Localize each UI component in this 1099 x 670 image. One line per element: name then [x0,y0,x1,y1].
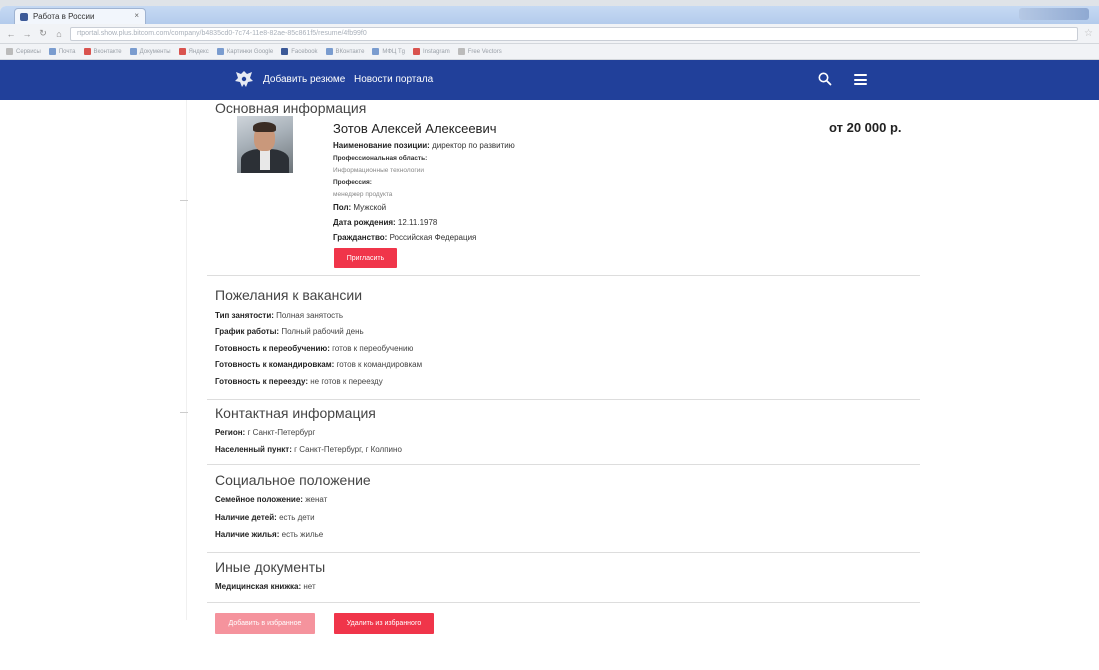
wish-row-employment: Тип занятости: Полная занятость [215,311,343,320]
bookmark-item[interactable]: МФЦ Tg [372,48,405,55]
area-value: Информационные технологии [333,167,424,174]
candidate-photo [237,116,293,173]
home-icon[interactable]: ⌂ [54,29,64,39]
bookmark-item[interactable]: Документы [129,48,171,55]
bookmark-item[interactable]: Facebook [281,48,318,55]
close-tab-icon[interactable]: × [134,11,139,20]
section-title-wishes: Пожелания к вакансии [215,287,363,303]
area-label: Профессиональная область: [333,155,428,162]
contact-row-region: Регион: г Санкт-Петербург [215,428,316,437]
section-title-documents: Иные документы [215,559,326,575]
document-row-medical: Медицинская книжка: нет [215,582,316,591]
bookmark-star-icon[interactable]: ☆ [1084,28,1093,39]
birth-row: Дата рождения: 12.11.1978 [333,218,438,227]
section-divider [207,399,920,400]
gender-row: Пол: Мужской [333,203,387,212]
nav-portal-news[interactable]: Новости портала [354,74,433,85]
social-row-children: Наличие детей: есть дети [215,513,315,522]
reload-icon[interactable]: ↻ [38,28,48,39]
bookmark-item[interactable]: Free Vectors [457,48,502,55]
section-title-social: Социальное положение [215,472,371,488]
hamburger-menu-icon[interactable] [854,74,867,85]
contact-row-locality: Населенный пункт: г Санкт-Петербург, г К… [215,445,402,454]
decorative-tick [180,412,188,413]
section-title-main: Основная информация [215,100,367,116]
bookmark-item[interactable]: Картинки Google [216,48,273,55]
browser-toolbar: ← → ↻ ⌂ rtportal.show.plus.bitcom.com/co… [0,24,1099,44]
bookmark-item[interactable]: ВКонтакте [325,48,364,55]
site-header: Добавить резюме Новости портала [0,60,1099,100]
salary-value: от 20 000 р. [829,120,902,135]
citizenship-row: Гражданство: Российская Федерация [333,233,477,242]
bookmark-item[interactable]: Сервисы [6,48,41,55]
back-icon[interactable]: ← [6,29,16,39]
position-row: Наименование позиции: директор по развит… [333,141,515,150]
wish-row-relocation: Готовность к переезду: не готов к переез… [215,377,383,386]
section-divider [207,464,920,465]
resume-content: Основная информация Зотов Алексей Алексе… [0,100,1099,634]
invite-button[interactable]: Пригласить [334,248,397,268]
section-title-contacts: Контактная информация [215,405,376,421]
bookmark-item[interactable]: Почта [48,48,76,55]
decorative-rule [186,100,187,620]
section-divider [207,552,920,553]
tab-title: Работа в России [33,12,95,21]
nav-add-resume[interactable]: Добавить резюме [263,74,345,85]
coat-of-arms-icon[interactable] [233,69,255,89]
forward-icon[interactable]: → [22,29,32,39]
section-divider [207,602,920,603]
wish-row-schedule: График работы: Полный рабочий день [215,327,364,336]
add-favorite-button[interactable]: Добавить в избранное [215,613,315,634]
social-row-housing: Наличие жилья: есть жилье [215,530,324,539]
bookmark-item[interactable]: Instagram [413,48,450,55]
address-bar[interactable]: rtportal.show.plus.bitcom.com/company/b4… [70,26,1079,41]
decorative-tick [180,200,188,201]
profession-label: Профессия: [333,179,372,186]
favicon-icon [20,13,28,21]
bookmarks-bar: Сервисы Почта Вконтакте Документы Яндекс… [0,44,1099,60]
window-controls[interactable] [1019,8,1089,20]
wish-row-retraining: Готовность к переобучению: готов к перео… [215,344,414,353]
wish-row-travel: Готовность к командировкам: готов к кома… [215,360,423,369]
profession-value: менеджер продукта [333,191,393,198]
bookmark-item[interactable]: Яндекс [178,48,209,55]
tab-strip: Работа в России × [0,6,1099,24]
bookmark-item[interactable]: Вконтакте [83,48,122,55]
social-row-marital: Семейное положение: женат [215,495,328,504]
candidate-name: Зотов Алексей Алексеевич [333,121,497,136]
browser-tab[interactable]: Работа в России × [14,8,146,24]
browser-window: Работа в России × ← → ↻ ⌂ rtportal.show.… [0,6,1099,670]
remove-favorite-button[interactable]: Удалить из избранного [334,613,434,634]
search-icon[interactable] [817,71,833,87]
section-divider [207,275,920,276]
